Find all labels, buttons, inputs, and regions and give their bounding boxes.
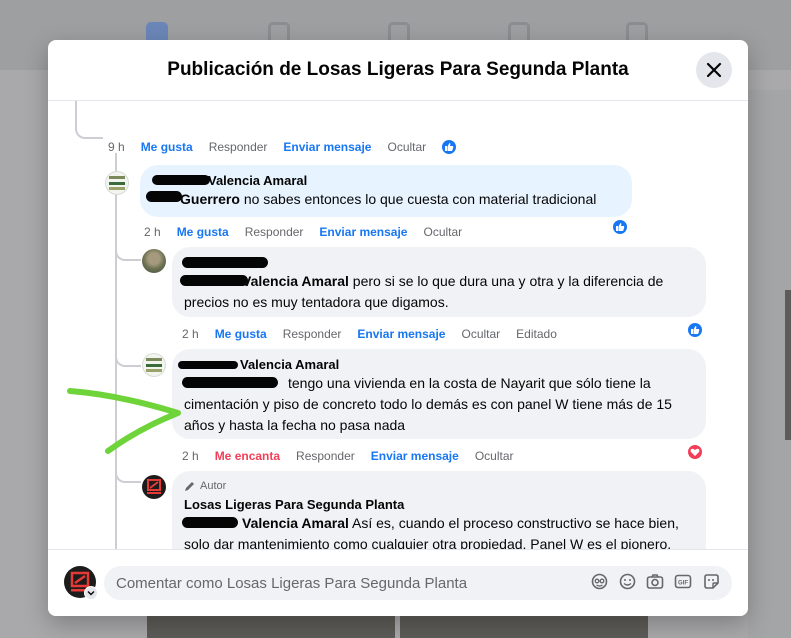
heart-reaction-badge[interactable] [686,443,704,461]
modal-header: Publicación de Losas Ligeras Para Segund… [48,40,748,101]
hide-button[interactable]: Ocultar [461,327,500,341]
hide-button[interactable]: Ocultar [475,449,514,463]
redaction-mark [146,191,182,202]
like-reaction-badge[interactable] [440,138,458,156]
like-reaction-badge[interactable] [686,321,704,339]
like-button[interactable]: Me gusta [215,327,267,341]
thumbs-up-icon [616,223,625,231]
close-button[interactable] [696,52,732,88]
thread-connector [115,235,141,261]
chevron-down-icon [87,591,95,596]
comment-actions: 2 h Me encanta Responder Enviar mensaje … [182,448,514,464]
redaction-mark [178,361,238,369]
reply-button[interactable]: Responder [245,225,304,239]
reply-button[interactable]: Responder [209,140,268,154]
reply-button[interactable]: Responder [296,449,355,463]
redaction-mark [182,517,238,528]
background-photo [147,616,395,638]
camera-icon[interactable] [646,572,664,590]
composer-tools: GIF [590,572,720,590]
account-switch-button[interactable] [84,586,98,600]
comment-author[interactable]: Valencia Amaral [152,173,620,189]
sticker-icon[interactable] [702,572,720,590]
comment-bubble: Valencia Amaral tengo una vivienda en la… [172,349,706,439]
send-message-button[interactable]: Enviar mensaje [357,327,445,341]
svg-text:GIF: GIF [678,580,688,586]
comment-text: Valencia Amaral Así es, cuando el proces… [184,515,679,549]
like-button[interactable]: Me gusta [177,225,229,239]
comment-actions: 2 h Me gusta Responder Enviar mensaje Oc… [144,224,462,240]
mention-link[interactable]: Guerrero [180,191,240,207]
redaction-mark [182,377,278,388]
comment-text: Guerrero no sabes entonces lo que cuesta… [180,191,597,207]
thumbs-up-icon [691,326,700,334]
pencil-icon [185,482,194,491]
reply-button[interactable]: Responder [283,327,342,341]
like-reaction-badge[interactable] [611,218,629,236]
edited-label: Editado [516,327,557,341]
thread-connector [75,101,103,139]
thread-connector [115,341,141,367]
mention-link[interactable]: Valencia Amaral [242,273,349,289]
comment-time: 2 h [144,225,161,239]
comment-bubble: Autor Losas Ligeras Para Segunda Planta … [172,471,706,549]
avatar[interactable] [105,171,129,195]
page-avatar[interactable] [142,475,166,499]
send-message-button[interactable]: Enviar mensaje [319,225,407,239]
comment-bubble: Valencia Amaral Guerrero no sabes entonc… [140,165,632,217]
mention-link[interactable]: Valencia Amaral [242,515,349,531]
thread-connector [115,457,141,483]
background-photo [400,616,648,638]
emoji-icon[interactable] [618,572,636,590]
comment-bubble: Valencia Amaral pero si se lo que dura u… [172,247,706,317]
comment-text: Valencia Amaral pero si se lo que dura u… [184,273,664,310]
avatar[interactable] [142,249,166,273]
redaction-mark [182,257,268,268]
redaction-mark [152,175,210,185]
comments-list[interactable]: 9 h Me gusta Responder Enviar mensaje Oc… [48,101,748,549]
comment-actions: 2 h Me gusta Responder Enviar mensaje Oc… [182,326,557,342]
comment-author[interactable]: Valencia Amaral [184,357,694,373]
brand-logo-icon [147,479,161,494]
hide-button[interactable]: Ocultar [387,140,426,154]
hide-button[interactable]: Ocultar [423,225,462,239]
heart-icon [690,448,700,456]
gif-icon[interactable]: GIF [674,572,692,590]
love-reaction-button[interactable]: Me encanta [215,449,280,463]
comment-time: 2 h [182,327,199,341]
background-photo [785,290,791,440]
comment-composer: GIF [48,549,748,616]
comment-time: 9 h [108,140,125,154]
send-message-button[interactable]: Enviar mensaje [371,449,459,463]
modal-title: Publicación de Losas Ligeras Para Segund… [167,59,629,80]
redaction-mark [180,275,248,286]
avatar-sticker-icon[interactable] [590,572,608,590]
comment-actions: 9 h Me gusta Responder Enviar mensaje Oc… [108,139,426,155]
like-button[interactable]: Me gusta [141,140,193,154]
send-message-button[interactable]: Enviar mensaje [283,140,371,154]
author-badge: Autor [184,479,694,493]
thumbs-up-icon [445,143,454,151]
comment-author[interactable]: Losas Ligeras Para Segunda Planta [184,497,694,513]
avatar[interactable] [142,353,166,377]
close-icon [706,62,722,78]
post-modal: Publicación de Losas Ligeras Para Segund… [48,40,748,616]
arrow-annotation-icon [67,388,181,454]
